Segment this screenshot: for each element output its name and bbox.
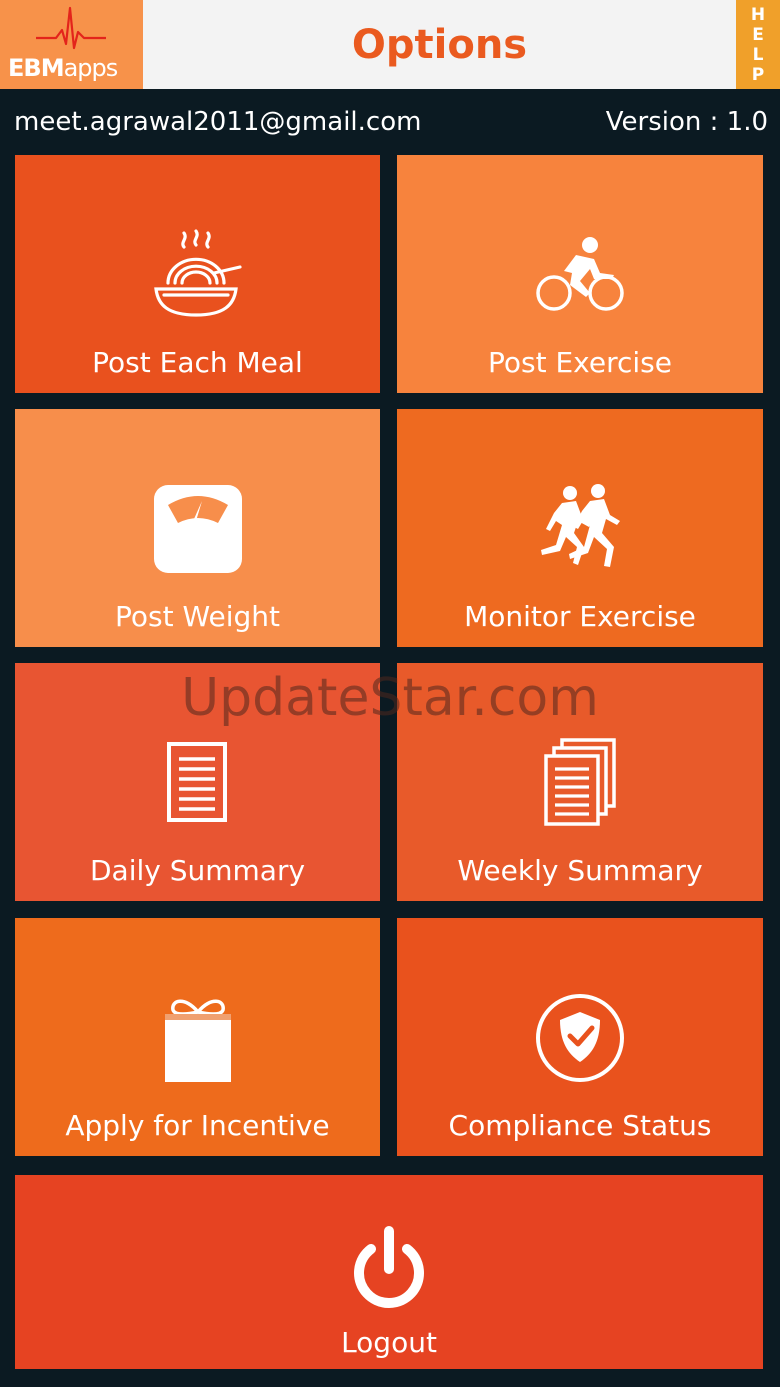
heartbeat-icon xyxy=(36,6,106,50)
weighing-scale-icon xyxy=(152,483,244,579)
tile-label: Post Each Meal xyxy=(92,346,303,379)
monitor-exercise-tile[interactable]: Monitor Exercise xyxy=(397,409,763,647)
app-header: EBMapps Options H E L P xyxy=(0,0,780,89)
tile-label: Apply for Incentive xyxy=(65,1109,330,1142)
post-exercise-tile[interactable]: Post Exercise xyxy=(397,155,763,393)
noodle-bowl-icon xyxy=(150,229,246,325)
account-info-bar: meet.agrawal2011@gmail.com Version : 1.0 xyxy=(0,89,780,155)
help-button[interactable]: H E L P xyxy=(736,0,780,89)
cyclist-icon xyxy=(534,235,626,319)
compliance-status-tile[interactable]: Compliance Status xyxy=(397,918,763,1156)
gift-icon xyxy=(163,992,233,1088)
ebmapps-logo: EBMapps xyxy=(0,0,143,89)
post-each-meal-tile[interactable]: Post Each Meal xyxy=(15,155,380,393)
shield-check-icon xyxy=(534,992,626,1088)
apply-for-incentive-tile[interactable]: Apply for Incentive xyxy=(15,918,380,1156)
tile-label: Compliance Status xyxy=(448,1109,712,1142)
app-version: Version : 1.0 xyxy=(605,107,768,137)
tile-label: Post Exercise xyxy=(488,346,672,379)
page-title: Options xyxy=(351,21,528,68)
post-weight-tile[interactable]: Post Weight xyxy=(15,409,380,647)
documents-stack-icon xyxy=(542,737,618,833)
tile-label: Post Weight xyxy=(114,600,281,633)
document-icon xyxy=(166,741,230,829)
tile-label: Daily Summary xyxy=(89,854,306,887)
runners-icon xyxy=(534,483,626,579)
tile-label: Monitor Exercise xyxy=(464,600,696,633)
weekly-summary-tile[interactable]: Weekly Summary xyxy=(397,663,763,901)
user-email: meet.agrawal2011@gmail.com xyxy=(14,107,422,137)
tile-label: Logout xyxy=(341,1326,437,1359)
tile-label: Weekly Summary xyxy=(457,854,703,887)
power-icon xyxy=(349,1223,429,1321)
daily-summary-tile[interactable]: Daily Summary xyxy=(15,663,380,901)
logout-tile[interactable]: Logout xyxy=(15,1175,763,1369)
